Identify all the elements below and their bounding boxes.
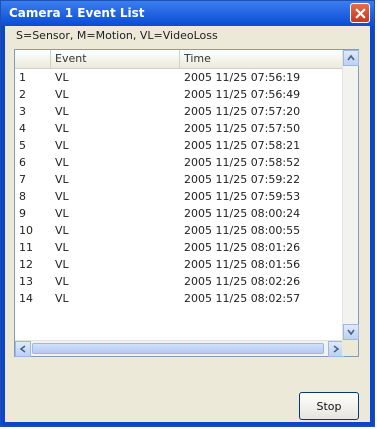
table-row[interactable]: 9 VL 2005 11/25 08:00:24 [15, 205, 344, 222]
cell-number: 9 [19, 207, 26, 220]
table-row[interactable]: 6 VL 2005 11/25 07:58:52 [15, 154, 344, 171]
column-header-time[interactable]: Time [180, 50, 344, 68]
table-row[interactable]: 4 VL 2005 11/25 07:57:50 [15, 120, 344, 137]
table-row[interactable]: 3 VL 2005 11/25 07:57:20 [15, 103, 344, 120]
table-row[interactable]: 1 VL 2005 11/25 07:56:19 [15, 69, 344, 86]
cell-number: 2 [19, 88, 26, 101]
column-header-event[interactable]: Event [51, 50, 180, 68]
cell-event: VL [55, 71, 69, 84]
cell-number: 6 [19, 156, 26, 169]
cell-time: 2005 11/25 07:59:53 [184, 190, 301, 203]
table-row[interactable]: 8 VL 2005 11/25 07:59:53 [15, 188, 344, 205]
event-legend: S=Sensor, M=Motion, VL=VideoLoss [16, 29, 218, 42]
cell-time: 2005 11/25 07:57:20 [184, 105, 301, 118]
cell-number: 13 [19, 275, 33, 288]
cell-number: 8 [19, 190, 26, 203]
cell-time: 2005 11/25 07:59:22 [184, 173, 301, 186]
cell-event: VL [55, 190, 69, 203]
table-row[interactable]: 7 VL 2005 11/25 07:59:22 [15, 171, 344, 188]
table-row[interactable]: 5 VL 2005 11/25 07:58:21 [15, 137, 344, 154]
cell-number: 4 [19, 122, 26, 135]
scroll-down-button[interactable] [343, 324, 359, 340]
title-bar[interactable]: Camera 1 Event List [1, 1, 374, 26]
cell-time: 2005 11/25 08:02:26 [184, 275, 301, 288]
cell-time: 2005 11/25 08:01:26 [184, 241, 301, 254]
cell-number: 5 [19, 139, 26, 152]
close-button[interactable] [350, 3, 370, 23]
column-header-number[interactable] [15, 50, 51, 68]
list-rows: 1 VL 2005 11/25 07:56:19 2 VL 2005 11/25 07:… [15, 69, 344, 307]
cell-event: VL [55, 88, 69, 101]
scroll-up-button[interactable] [343, 50, 359, 66]
cell-time: 2005 11/25 07:57:50 [184, 122, 301, 135]
table-row[interactable]: 13 VL 2005 11/25 08:02:26 [15, 273, 344, 290]
stop-button[interactable]: Stop [299, 392, 359, 420]
cell-event: VL [55, 105, 69, 118]
horizontal-scroll-thumb[interactable] [32, 343, 324, 354]
cell-time: 2005 11/25 08:01:56 [184, 258, 301, 271]
cell-time: 2005 11/25 07:56:49 [184, 88, 301, 101]
cell-event: VL [55, 156, 69, 169]
vertical-scrollbar[interactable] [342, 50, 359, 340]
scrollbar-corner [342, 340, 358, 356]
cell-event: VL [55, 173, 69, 186]
cell-time: 2005 11/25 08:00:55 [184, 224, 301, 237]
list-header: Event Time [15, 50, 344, 69]
cell-time: 2005 11/25 08:00:24 [184, 207, 301, 220]
window-title: Camera 1 Event List [9, 6, 145, 20]
cell-event: VL [55, 292, 69, 305]
cell-time: 2005 11/25 07:58:52 [184, 156, 301, 169]
cell-event: VL [55, 122, 69, 135]
close-icon [354, 7, 366, 19]
cell-event: VL [55, 241, 69, 254]
horizontal-scrollbar[interactable] [15, 340, 344, 357]
cell-number: 1 [19, 71, 26, 84]
table-row[interactable]: 14 VL 2005 11/25 08:02:57 [15, 290, 344, 307]
cell-event: VL [55, 207, 69, 220]
cell-number: 7 [19, 173, 26, 186]
cell-number: 11 [19, 241, 33, 254]
cell-time: 2005 11/25 07:56:19 [184, 71, 301, 84]
table-row[interactable]: 10 VL 2005 11/25 08:00:55 [15, 222, 344, 239]
cell-event: VL [55, 275, 69, 288]
cell-event: VL [55, 224, 69, 237]
cell-number: 12 [19, 258, 33, 271]
table-row[interactable]: 2 VL 2005 11/25 07:56:49 [15, 86, 344, 103]
arrow-left-icon [19, 345, 26, 353]
cell-event: VL [55, 139, 69, 152]
cell-number: 3 [19, 105, 26, 118]
arrow-up-icon [347, 54, 355, 61]
scroll-left-button[interactable] [15, 341, 31, 357]
cell-event: VL [55, 258, 69, 271]
arrow-right-icon [333, 345, 340, 353]
cell-number: 10 [19, 224, 33, 237]
cell-time: 2005 11/25 08:02:57 [184, 292, 301, 305]
cell-number: 14 [19, 292, 33, 305]
table-row[interactable]: 12 VL 2005 11/25 08:01:56 [15, 256, 344, 273]
arrow-down-icon [347, 329, 355, 336]
table-row[interactable]: 11 VL 2005 11/25 08:01:26 [15, 239, 344, 256]
cell-time: 2005 11/25 07:58:21 [184, 139, 301, 152]
event-list[interactable]: Event Time 1 VL 2005 11/25 07:56:19 2 VL 200… [14, 49, 359, 357]
